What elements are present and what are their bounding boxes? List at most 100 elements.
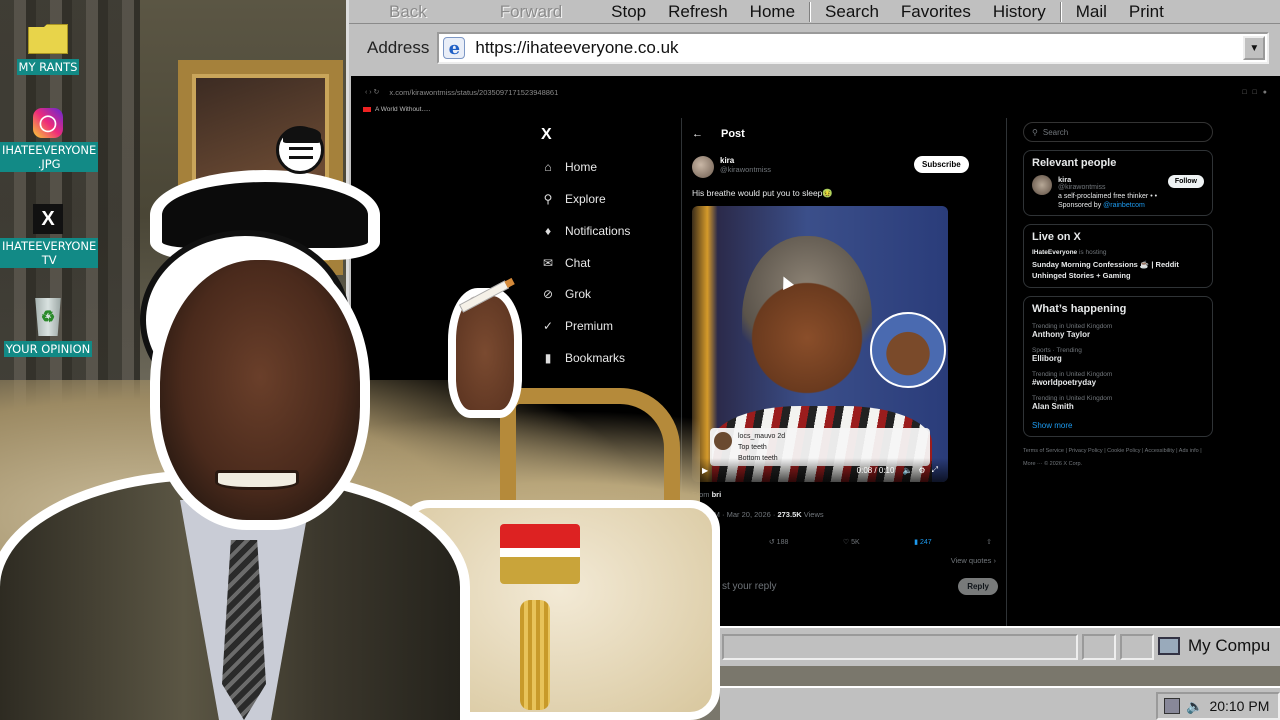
teeth [215, 470, 299, 490]
show-more-link[interactable]: Show more [1032, 421, 1204, 430]
video-inset-face [870, 312, 946, 388]
play-icon[interactable]: ▶ [702, 466, 708, 475]
card-title: What’s happening [1032, 303, 1127, 315]
nav-premium[interactable]: ✓ Premium [541, 319, 613, 333]
nav-label: Premium [565, 319, 614, 333]
trend-item[interactable]: Sports · Trending Elliborg [1032, 347, 1204, 363]
post-author[interactable]: kira @kirawontmiss [692, 156, 771, 178]
right-sidebar: ⚲ Search Relevant people kira @kirawontm… [1023, 122, 1213, 471]
trend-context: Trending in United Kingdom [1032, 395, 1113, 402]
trend-item[interactable]: Trending in United Kingdom #worldpoetryd… [1032, 371, 1204, 387]
inner-url[interactable]: x.com/kirawontmiss/status/20350971715239… [389, 88, 558, 97]
nav-chat[interactable]: ✉ Chat [541, 256, 590, 270]
relevant-people-card: Relevant people kira @kirawontmiss a sel… [1023, 150, 1213, 216]
like-count: 5K [851, 539, 860, 546]
status-cell [1082, 634, 1116, 660]
instagram-icon: ◯ [33, 108, 63, 138]
trend-context: Sports · Trending [1032, 347, 1082, 354]
view-quotes-link[interactable]: View quotes › [951, 556, 996, 565]
trend-item[interactable]: Trending in United Kingdom Alan Smith [1032, 395, 1204, 411]
volume-icon[interactable]: 🔈 [902, 466, 912, 475]
mail-button[interactable]: Mail [1065, 2, 1118, 22]
grok-icon: ⊘ [542, 287, 554, 301]
relevant-person[interactable]: kira @kirawontmiss a self-proclaimed fre… [1032, 175, 1204, 209]
home-button[interactable]: Home [739, 2, 806, 22]
status-cell [722, 634, 1078, 660]
post-header: ← Post [692, 128, 745, 140]
desktop-icon-instagram[interactable]: ◯ IHATEEVERYONE .JPG [0, 108, 99, 173]
back-button[interactable]: Back [349, 2, 438, 22]
refresh-button[interactable]: Refresh [657, 2, 739, 22]
views-label: Views [803, 510, 824, 519]
desktop-icon-label: MY RANTS [16, 59, 80, 75]
author-name[interactable]: kira [720, 156, 771, 165]
forward-button[interactable]: Forward [438, 2, 573, 22]
taskbar: 🔈 20:10 PM [720, 686, 1280, 720]
like-action[interactable]: ♡ 5K [843, 538, 860, 546]
post-video[interactable]: locs_mauvo 2d Top teeth Bottom teeth ▶ 0… [692, 206, 948, 482]
search-input[interactable]: ⚲ Search [1023, 122, 1213, 142]
share-icon[interactable]: ⇧ [986, 538, 992, 546]
chevron-down-icon[interactable]: ▼ [1243, 36, 1266, 60]
live-item[interactable]: IHateEveryone is hosting Sunday Morning … [1032, 249, 1204, 281]
trend-topic: Elliborg [1032, 354, 1062, 363]
repost-icon: ↺ [768, 539, 775, 546]
card-title: Live on X [1032, 231, 1081, 243]
nav-grok[interactable]: ⊘ Grok [541, 287, 591, 301]
favorites-button[interactable]: Favorites [890, 2, 982, 22]
trend-item[interactable]: Trending in United Kingdom Anthony Taylo… [1032, 323, 1204, 339]
subscribe-button[interactable]: Subscribe [914, 156, 969, 173]
search-button[interactable]: Search [814, 2, 890, 22]
fullscreen-icon[interactable]: ⤢ [932, 465, 938, 475]
footer-links[interactable]: Terms of Service | Privacy Policy | Cook… [1023, 445, 1213, 471]
post-title: Post [721, 128, 745, 140]
video-time: 0:08 / 0:10 [856, 465, 895, 475]
computer-icon [1158, 637, 1180, 655]
avatar[interactable] [1032, 175, 1052, 195]
post-text: His breathe would put you to sleep🤢 [692, 188, 833, 198]
reply-line-1: Top teeth [738, 444, 767, 451]
nav-explore[interactable]: ⚲ Explore [541, 192, 606, 206]
inner-toolbar-icons[interactable]: □□● [1242, 89, 1273, 96]
sponsor-link[interactable]: @rainbetcom [1103, 202, 1145, 209]
live-host: IHateEveryone [1032, 249, 1078, 256]
cartoon-mascot-small [276, 126, 324, 174]
browser-toolbar: Back Forward Stop Refresh Home Search Fa… [349, 0, 1280, 24]
bookmark-icon: ▮ [544, 351, 552, 365]
desktop-icon-my-rants[interactable]: MY RANTS [0, 18, 96, 76]
reply-input[interactable]: st your reply [722, 581, 776, 592]
bookmark-count: 247 [919, 539, 932, 546]
person-handle[interactable]: @kirawontmiss [1058, 184, 1157, 191]
print-button[interactable]: Print [1118, 2, 1175, 22]
nav-bookmarks[interactable]: ▮ Bookmarks [541, 351, 625, 365]
stop-button[interactable]: Stop [573, 2, 657, 22]
speaker-icon[interactable]: 🔈 [1186, 698, 1203, 715]
reply-age: 2d [777, 433, 786, 440]
search-placeholder: Search [1042, 127, 1069, 137]
avatar[interactable] [692, 156, 714, 178]
nav-arrows-icon[interactable]: ‹ › ↻ [365, 88, 379, 96]
bookmark-action[interactable]: ▮ 247 [914, 538, 932, 546]
sponsored-label: Sponsored by [1058, 202, 1102, 209]
reply-button[interactable]: Reply [958, 578, 998, 595]
nav-label: Bookmarks [565, 351, 626, 365]
x-logo-icon[interactable]: X [541, 126, 552, 144]
address-field[interactable]: e https://ihateeveryone.co.uk ▼ [437, 32, 1270, 64]
from-user[interactable]: bri [712, 490, 722, 499]
nav-label: Notifications [565, 224, 631, 238]
nav-home[interactable]: ⌂ Home [541, 160, 597, 174]
nav-notifications[interactable]: ♦ Notifications [541, 224, 630, 238]
bookmark-hint[interactable]: A World Without..... [363, 106, 431, 113]
repost-action[interactable]: ↺ 188 [769, 538, 789, 546]
history-button[interactable]: History [982, 2, 1057, 22]
author-handle[interactable]: @kirawontmiss [720, 165, 771, 174]
settings-icon[interactable]: ⚙ [918, 466, 925, 475]
follow-button[interactable]: Follow [1167, 175, 1204, 188]
trend-topic: Alan Smith [1032, 402, 1074, 411]
person-name[interactable]: kira [1058, 175, 1157, 184]
back-arrow-icon[interactable]: ← [692, 128, 703, 140]
network-icon[interactable] [1164, 698, 1180, 714]
address-url[interactable]: https://ihateeveryone.co.uk [475, 38, 1243, 58]
nav-label: Chat [565, 256, 591, 270]
clock[interactable]: 20:10 PM [1209, 698, 1269, 714]
